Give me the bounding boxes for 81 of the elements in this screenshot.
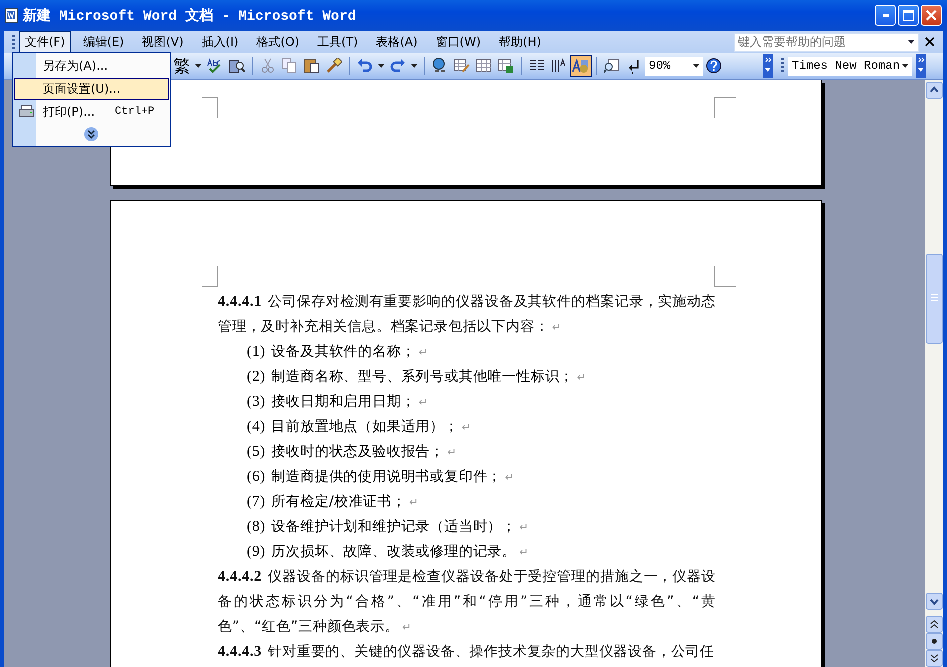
next-page-icon[interactable] [926, 650, 942, 667]
list-item-text: 设备及其软件的名称； ↵ [272, 343, 428, 362]
document-icon [5, 8, 19, 24]
undo-icon[interactable] [357, 58, 373, 74]
list-number: (3) [247, 393, 266, 412]
toolbar-options-icon [916, 54, 926, 78]
toolbar-options-icon [763, 54, 773, 78]
dropdown-arrow-icon [411, 64, 418, 68]
paragraph-mark-icon[interactable] [628, 58, 640, 74]
spelling-check-icon[interactable] [207, 58, 223, 74]
list-number: (4) [247, 418, 266, 437]
window-title: 新建 Microsoft Word 文档 - Microsoft Word [23, 6, 358, 24]
drawing-shapes-icon[interactable] [572, 58, 590, 74]
book-search-icon[interactable] [229, 58, 245, 74]
browse-object-icon[interactable] [926, 633, 942, 650]
menu-item[interactable]: 工具(T) [312, 30, 364, 54]
zoom-combo-box[interactable]: 90% [645, 56, 703, 76]
globe-link-icon[interactable] [432, 58, 448, 74]
document-search-icon[interactable] [604, 58, 620, 74]
expand-chevron-icon[interactable] [84, 126, 99, 142]
list-item-text: 目前放置地点（如果适用）； ↵ [272, 418, 472, 437]
close-icon [926, 10, 937, 21]
help-search-field[interactable]: 键入需要帮助的问题 [734, 32, 919, 52]
list-number: (1) [247, 343, 266, 362]
dropdown-arrow-icon [902, 64, 909, 68]
list-number: (9) [247, 543, 266, 562]
cut-icon[interactable] [260, 58, 276, 74]
crop-mark [714, 97, 736, 118]
menu-item[interactable]: 窗口(W) [430, 30, 488, 54]
clause-paragraph: 4.4.4.3 针对重要的、关键的仪器设备、操作技术复杂的大型仪器设备，公司任 [218, 643, 716, 662]
spreadsheet-icon[interactable] [498, 58, 514, 74]
clause-paragraph: 4.4.4.1 公司保存对检测有重要影响的仪器设备及其软件的档案记录，实施动态管理，及时补充相关信息。档案记录包括以下内容： ↵ [218, 293, 716, 337]
list-item-text: 制造商名称、型号、系列号或其他唯一性标识； ↵ [272, 368, 587, 387]
dropdown-arrow-icon [908, 40, 915, 44]
list-item-text: 接收日期和启用日期； ↵ [272, 393, 428, 412]
close-icon[interactable] [925, 37, 935, 47]
crop-mark [202, 266, 218, 287]
copy-icon[interactable] [282, 58, 298, 74]
dropdown-arrow-icon [693, 64, 700, 68]
menu-item[interactable]: 编辑(E) [77, 30, 130, 54]
list-number: (5) [247, 443, 266, 462]
menu-item[interactable]: 帮助(H) [493, 30, 548, 54]
minimize-icon [882, 14, 888, 17]
menu-item[interactable]: 表格(A) [370, 30, 424, 54]
menu-entry[interactable]: 打印(P)... Ctrl+P [14, 101, 169, 123]
menu-item[interactable]: 插入(I) [196, 30, 245, 54]
menu-entry[interactable]: 另存为(A)... [14, 55, 169, 77]
list-number: (8) [247, 518, 266, 537]
scrollbar-thumb[interactable] [926, 254, 942, 344]
help-icon[interactable] [706, 58, 722, 74]
crop-mark [202, 97, 218, 118]
list-number: (2) [247, 368, 266, 387]
list-item-text: 制造商提供的使用说明书或复印件； ↵ [272, 468, 515, 487]
traditional-chinese-button[interactable]: 繁 [174, 54, 190, 78]
menu-item[interactable]: 文件(F) [19, 30, 72, 54]
redo-icon[interactable] [390, 58, 406, 74]
clause-paragraph: 4.4.4.2 仪器设备的标识管理是检查仪器设备处于受控管理的措施之一，仪器设备的状态标识分为“合格”、“准用”和“停用”三种，通常以“绿色”、“黄色”、“红色”三种颜色表示。 ↵ [218, 568, 716, 637]
format-painter-icon[interactable] [326, 58, 342, 74]
menu-entry[interactable]: 页面设置(U)... [14, 78, 169, 100]
dropdown-arrow-icon [378, 64, 385, 68]
minimize-button[interactable] [875, 5, 896, 26]
list-item-text: 接收时的状态及验收报告； ↵ [272, 443, 458, 462]
list-item-text: 设备维护计划和维护记录（适当时）； ↵ [272, 518, 530, 537]
list-number: (7) [247, 493, 266, 512]
list-item-text: 历次损坏、故障、改装或修理的记录。 ↵ [272, 543, 530, 562]
table-icon[interactable] [476, 58, 492, 74]
previous-page-icon[interactable] [926, 616, 942, 633]
menu-item[interactable]: 视图(V) [136, 30, 190, 54]
list-number: (6) [247, 468, 266, 487]
paste-icon[interactable] [304, 58, 320, 74]
crop-mark [714, 266, 736, 287]
maximize-icon [903, 10, 914, 21]
printer-icon [19, 105, 35, 119]
table-pencil-icon[interactable] [454, 58, 470, 74]
maximize-button[interactable] [898, 5, 919, 26]
text-direction-icon[interactable] [551, 58, 567, 74]
list-item-text: 所有检定/校准证书； ↵ [272, 493, 420, 512]
close-button[interactable] [921, 5, 942, 26]
font-combo-box[interactable]: Times New Roman [788, 56, 912, 76]
menu-item[interactable]: 格式(O) [250, 30, 306, 54]
dropdown-arrow-icon [195, 64, 202, 68]
